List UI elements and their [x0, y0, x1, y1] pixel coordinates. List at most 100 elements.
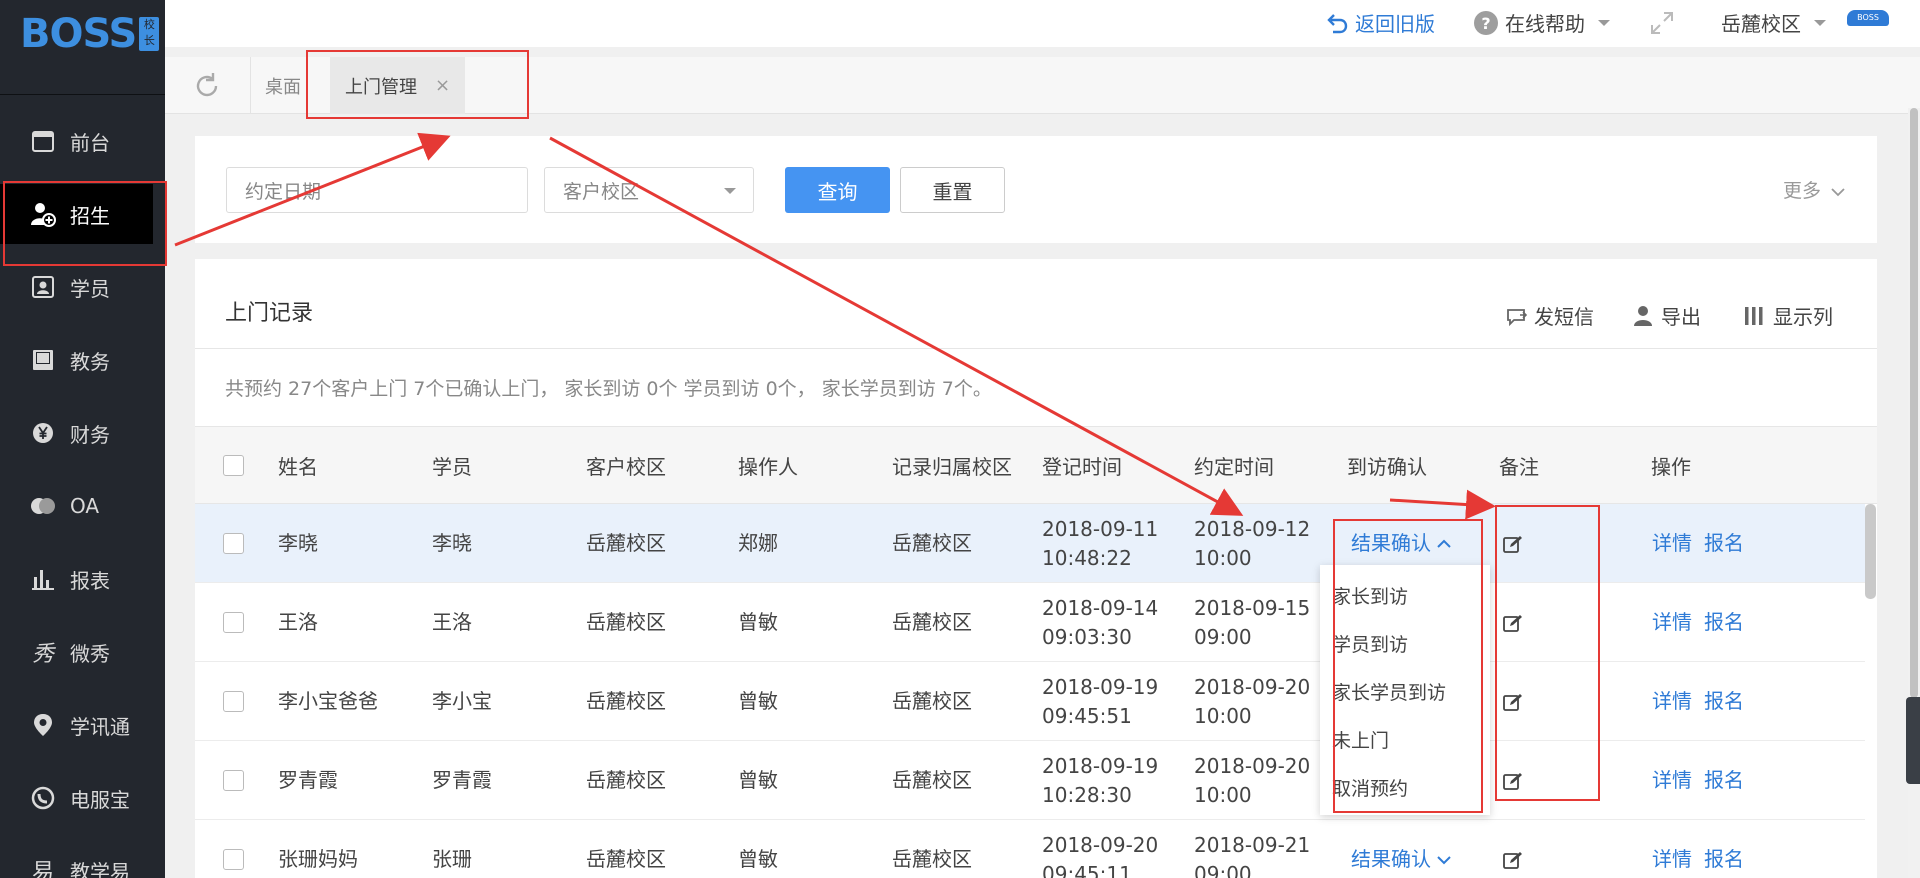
- cell-appointment-time: 2018-09-20 10:00: [1194, 662, 1310, 741]
- sidebar-item-label: 微秀: [70, 641, 110, 666]
- row-checkbox[interactable]: [223, 741, 244, 820]
- col-owner-campus: 记录归属校区: [892, 455, 1012, 479]
- sidebar-item-label: 教务: [70, 349, 110, 374]
- more-filters-button[interactable]: 更多: [1783, 176, 1845, 203]
- page-scrollbar-thumb[interactable]: [1910, 108, 1918, 698]
- reset-button[interactable]: 重置: [900, 167, 1005, 213]
- register-clock: 09:03:30: [1042, 624, 1132, 649]
- register-date: 2018-09-14: [1042, 595, 1159, 620]
- logo-badge: 校长: [139, 17, 160, 51]
- col-campus: 客户校区: [586, 455, 666, 479]
- sidebar-item-reports[interactable]: 报表: [0, 549, 165, 609]
- signup-link[interactable]: 报名: [1704, 504, 1744, 583]
- cell-campus: 岳麓校区: [586, 531, 666, 555]
- row-checkbox[interactable]: [223, 504, 244, 583]
- appointment-clock: 10:00: [1194, 703, 1252, 728]
- register-date: 2018-09-19: [1042, 753, 1159, 778]
- detail-link[interactable]: 详情: [1652, 583, 1692, 662]
- col-register-time: 登记时间: [1042, 455, 1122, 479]
- cell-student: 王洛: [432, 610, 472, 634]
- appointment-date: 2018-09-20: [1194, 674, 1311, 699]
- undo-icon: [1327, 13, 1348, 33]
- appointment-clock: 09:00: [1194, 624, 1252, 649]
- appointment-date: 2018-09-15: [1194, 595, 1311, 620]
- row-checkbox[interactable]: [223, 662, 244, 741]
- annotation-box-remark: [1495, 505, 1600, 801]
- book-icon: [30, 347, 56, 373]
- cell-name: 王洛: [278, 610, 318, 634]
- sidebar-item-finance[interactable]: 财务: [0, 403, 165, 463]
- select-all-checkbox[interactable]: [223, 427, 244, 504]
- query-button[interactable]: 查询: [785, 167, 890, 213]
- edit-remark-button[interactable]: [1502, 820, 1524, 878]
- export-label: 导出: [1661, 305, 1701, 329]
- appointment-date: 2018-09-12: [1194, 516, 1311, 541]
- show-columns-button[interactable]: 显示列: [1743, 301, 1833, 330]
- refresh-icon: [196, 73, 218, 97]
- online-help-menu[interactable]: ? 在线帮助: [1473, 8, 1611, 37]
- columns-icon: [1745, 306, 1763, 325]
- xiu-icon: 秀: [31, 642, 54, 667]
- detail-link[interactable]: 详情: [1652, 820, 1692, 878]
- detail-link[interactable]: 详情: [1652, 504, 1692, 583]
- col-operator: 操作人: [738, 455, 798, 479]
- cell-appointment-time: 2018-09-12 10:00: [1194, 504, 1310, 583]
- back-old-version-link[interactable]: 返回旧版: [1325, 8, 1435, 37]
- fullscreen-button[interactable]: [1649, 10, 1675, 36]
- tab-separator: [250, 57, 251, 114]
- logo: BOSS 校长: [0, 0, 165, 95]
- sidebar-item-jiaoxueyi[interactable]: 易 教学易: [0, 840, 165, 878]
- sidebar-item-academic[interactable]: 教务: [0, 330, 165, 390]
- cell-owner-campus: 岳麓校区: [892, 847, 972, 871]
- signup-link[interactable]: 报名: [1704, 820, 1744, 878]
- sidebar-item-label: 前台: [70, 130, 110, 155]
- cell-name: 李晓: [278, 531, 318, 555]
- cell-student: 张珊: [432, 847, 472, 871]
- sidebar-item-dianfubao[interactable]: 电服宝: [0, 768, 165, 828]
- sidebar-item-students[interactable]: 学员: [0, 257, 165, 317]
- tab-desktop[interactable]: 桌面: [265, 57, 301, 114]
- appointment-date: 2018-09-20: [1194, 753, 1311, 778]
- export-button[interactable]: 导出: [1633, 301, 1701, 330]
- register-date: 2018-09-19: [1042, 674, 1159, 699]
- signup-link[interactable]: 报名: [1704, 741, 1744, 820]
- cell-student: 李晓: [432, 531, 472, 555]
- refresh-button[interactable]: [192, 71, 222, 101]
- cell-campus: 岳麓校区: [586, 689, 666, 713]
- cell-appointment-time: 2018-09-15 09:00: [1194, 583, 1310, 662]
- sidebar-item-front[interactable]: 前台: [0, 111, 165, 171]
- signup-link[interactable]: 报名: [1704, 662, 1744, 741]
- cell-appointment-time: 2018-09-20 10:00: [1194, 741, 1310, 820]
- tab-label: 桌面: [265, 76, 301, 98]
- detail-link[interactable]: 详情: [1652, 662, 1692, 741]
- detail-link[interactable]: 详情: [1652, 741, 1692, 820]
- cell-register-time: 2018-09-20 09:45:11: [1042, 820, 1158, 878]
- result-confirm-dropdown[interactable]: 结果确认: [1351, 820, 1451, 878]
- annotation-box-sidebar: [3, 181, 167, 266]
- row-checkbox[interactable]: [223, 820, 244, 878]
- col-actions: 操作: [1651, 455, 1691, 479]
- campus-label: 岳麓校区: [1721, 12, 1801, 36]
- chat-icon: [30, 493, 56, 519]
- appointment-clock: 09:00: [1194, 861, 1252, 878]
- sidebar-item-xuexuntong[interactable]: 学讯通: [0, 695, 165, 755]
- table-scrollbar[interactable]: [1865, 504, 1876, 599]
- row-checkbox[interactable]: [223, 583, 244, 662]
- help-label: 在线帮助: [1505, 12, 1585, 36]
- register-clock: 09:45:11: [1042, 861, 1132, 878]
- signup-link[interactable]: 报名: [1704, 583, 1744, 662]
- cell-student: 罗青霞: [432, 768, 492, 792]
- columns-label: 显示列: [1773, 305, 1833, 329]
- sidebar-item-weixiu[interactable]: 秀 微秀: [0, 622, 165, 682]
- sidebar-item-oa[interactable]: OA: [0, 476, 165, 536]
- cell-campus: 岳麓校区: [586, 610, 666, 634]
- sidebar-item-label: 报表: [70, 568, 110, 593]
- campus-select[interactable]: 客户校区: [544, 167, 754, 213]
- send-sms-button[interactable]: 发短信: [1506, 301, 1594, 330]
- date-input[interactable]: 约定日期: [226, 167, 528, 213]
- side-floating-widget[interactable]: [1906, 697, 1920, 784]
- appointment-date: 2018-09-21: [1194, 832, 1311, 857]
- avatar[interactable]: BOSS: [1847, 10, 1889, 26]
- campus-menu[interactable]: 岳麓校区: [1721, 8, 1827, 37]
- cell-student: 李小宝: [432, 689, 492, 713]
